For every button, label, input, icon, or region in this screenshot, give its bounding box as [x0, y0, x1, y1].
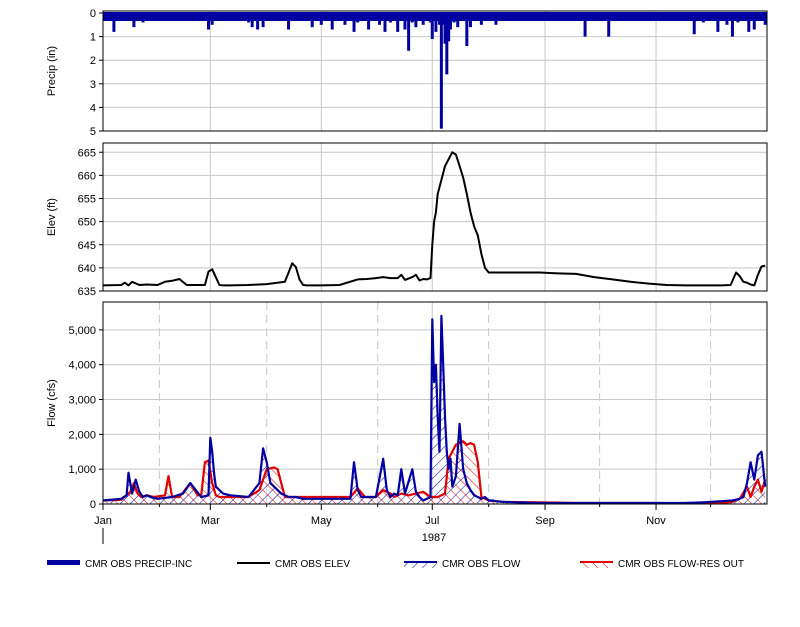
y-tick-label: 0 [90, 499, 96, 511]
hydrograph-chart: 0 1 2 3 4 5 Precip (in) 635 640 645 650 655 660 665 E… [46, 8, 768, 570]
x-tick-label: Sep [535, 515, 555, 527]
y-tick-label: 650 [78, 217, 96, 229]
y-tick-label: 635 [78, 286, 96, 298]
y-tick-label: 3 [90, 79, 96, 91]
x-axis-year-label: 1987 [422, 532, 446, 544]
y-tick-label: 1,000 [68, 464, 96, 476]
y-axis-title: Elev (ft) [46, 198, 58, 236]
x-tick-label: May [311, 515, 332, 527]
y-tick-label: 3,000 [68, 395, 96, 407]
x-tick-label: Jan [94, 515, 112, 527]
x-tick-label: Mar [201, 515, 220, 527]
y-tick-label: 0 [90, 8, 96, 20]
y-tick-label: 2 [90, 55, 96, 67]
y-tick-label: 4 [90, 102, 96, 114]
precip-baseline-band [103, 12, 767, 21]
time-axis: Jan Mar May Jul Sep Nov 1987 [94, 504, 712, 544]
y-tick-label: 655 [78, 194, 96, 206]
y-axis-title: Precip (in) [46, 46, 58, 96]
precip-bar [439, 12, 443, 129]
y-tick-label: 5,000 [68, 325, 96, 337]
legend: CMR OBS PRECIP-INC CMR OBS ELEV CMR OBS FL… [47, 559, 744, 570]
legend-label: CMR OBS ELEV [275, 559, 350, 570]
y-tick-label: 2,000 [68, 429, 96, 441]
y-tick-label: 640 [78, 263, 96, 275]
y-axis-title: Flow (cfs) [46, 379, 58, 427]
elevation-panel: 635 640 645 650 655 660 665 Elev (ft) [46, 142, 768, 298]
x-tick-label: Jul [425, 515, 439, 527]
y-tick-label: 4,000 [68, 360, 96, 372]
legend-label: CMR OBS FLOW-RES OUT [618, 559, 744, 570]
legend-label: CMR OBS FLOW [442, 559, 521, 570]
y-tick-label: 645 [78, 240, 96, 252]
y-tick-label: 5 [90, 126, 96, 138]
y-tick-label: 1 [90, 32, 96, 44]
y-tick-label: 665 [78, 147, 96, 159]
flow-panel: 0 1,000 2,000 3,000 4,000 5,000 Flow (cfs) [46, 301, 768, 511]
legend-swatch-precip [47, 560, 80, 565]
elevation-line [102, 151, 766, 287]
x-tick-label: Nov [646, 515, 666, 527]
legend-label: CMR OBS PRECIP-INC [85, 559, 192, 570]
precip-panel: 0 1 2 3 4 5 Precip (in) [46, 8, 768, 138]
y-tick-label: 660 [78, 170, 96, 182]
